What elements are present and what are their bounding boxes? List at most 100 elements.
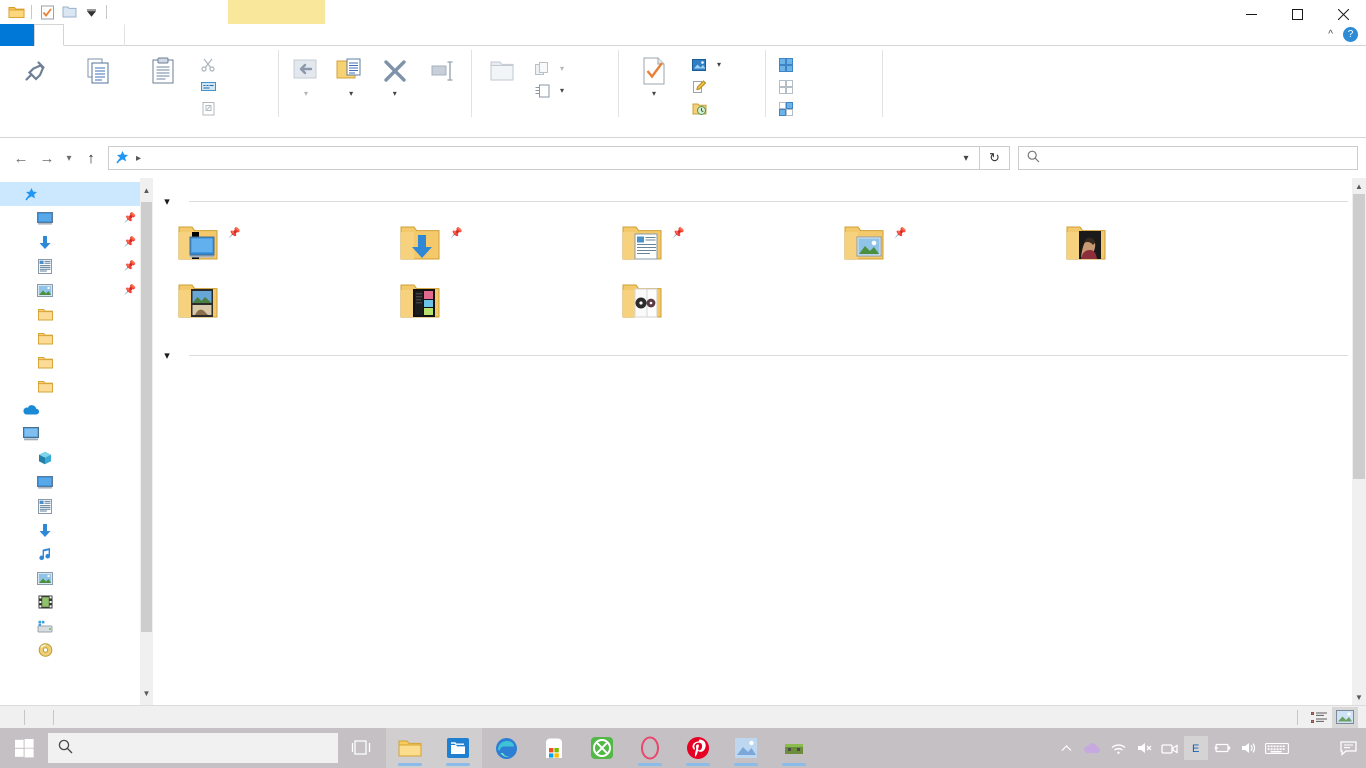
- new-item-chevron-down-icon[interactable]: ▾: [560, 64, 564, 73]
- tab-file[interactable]: [0, 24, 34, 46]
- content-scroll-down-icon[interactable]: ▼: [1352, 689, 1366, 705]
- frequent-folder-item[interactable]: 📌: [605, 220, 827, 278]
- edge-icon[interactable]: [482, 728, 530, 768]
- copy-button[interactable]: [68, 51, 130, 117]
- large-icons-view-icon[interactable]: [1332, 706, 1358, 728]
- frequent-folder-item[interactable]: [161, 278, 383, 336]
- open-chevron-down-icon[interactable]: ▾: [717, 60, 721, 69]
- nav-scroll-thumb[interactable]: [141, 202, 152, 632]
- battery-icon[interactable]: [1210, 728, 1234, 768]
- clock[interactable]: [1312, 728, 1332, 768]
- forward-button[interactable]: →: [34, 145, 60, 171]
- nav-item-documents[interactable]: 📌: [0, 254, 140, 278]
- easy-access-button[interactable]: ▾: [530, 81, 568, 100]
- nav-scroll-down-icon[interactable]: ▼: [140, 685, 153, 701]
- open-button[interactable]: ▾: [687, 55, 725, 74]
- nav-item-cd-drive-d[interactable]: [0, 638, 140, 662]
- copy-path-button[interactable]: [196, 77, 225, 96]
- delete-button[interactable]: ▾: [373, 51, 416, 117]
- ribbon-collapse-icon[interactable]: ^: [1328, 29, 1333, 40]
- taskbar-search-input[interactable]: [48, 733, 338, 763]
- keyboard-icon[interactable]: [1262, 728, 1292, 768]
- nav-item-onedrive-persor[interactable]: [0, 398, 140, 422]
- new-folder-icon[interactable]: [58, 1, 80, 23]
- nav-item-roblox[interactable]: [0, 326, 140, 350]
- nav-item-quick-access[interactable]: [0, 182, 140, 206]
- frequent-folder-item[interactable]: [1049, 220, 1329, 278]
- edit-button[interactable]: [687, 77, 725, 96]
- nav-item-documents[interactable]: [0, 494, 140, 518]
- customize-dropdown-icon[interactable]: [80, 1, 102, 23]
- content-scroll-up-icon[interactable]: ▲: [1352, 178, 1366, 194]
- new-item-button[interactable]: ▾: [530, 59, 568, 78]
- refresh-button[interactable]: ↻: [980, 146, 1010, 170]
- up-button[interactable]: ↑: [78, 145, 104, 171]
- back-button[interactable]: ←: [8, 145, 34, 171]
- nav-item-downloads[interactable]: 📌: [0, 230, 140, 254]
- chevron-down-icon[interactable]: ▾: [161, 195, 173, 208]
- nav-scroll-up-icon[interactable]: ▲: [140, 182, 153, 198]
- search-input[interactable]: [1018, 146, 1358, 170]
- details-view-icon[interactable]: [1306, 707, 1332, 728]
- move-to-button[interactable]: ▾: [283, 51, 326, 117]
- recent-locations-dropdown-icon[interactable]: ▾: [60, 145, 78, 171]
- recent-files-header[interactable]: ▾: [161, 342, 1366, 368]
- nav-item-best-meme-for-p[interactable]: [0, 302, 140, 326]
- nav-item-downloads[interactable]: [0, 518, 140, 542]
- select-all-button[interactable]: [774, 55, 803, 74]
- nav-item-local-disk-c[interactable]: [0, 614, 140, 638]
- tab-home[interactable]: [34, 24, 64, 46]
- contextual-tab-manage[interactable]: [228, 0, 325, 24]
- tab-picture-tools[interactable]: [124, 24, 154, 46]
- pinterest-icon[interactable]: [674, 728, 722, 768]
- invert-selection-button[interactable]: [774, 99, 803, 118]
- address-field[interactable]: ▸ ▾: [108, 146, 980, 170]
- frequent-folder-item[interactable]: 📌: [383, 220, 605, 278]
- copy-to-chevron-down-icon[interactable]: ▾: [349, 88, 353, 100]
- file-explorer-icon[interactable]: [386, 728, 434, 768]
- cut-button[interactable]: [196, 55, 225, 74]
- chevron-up-icon[interactable]: [1054, 728, 1078, 768]
- camera-icon[interactable]: [1158, 728, 1182, 768]
- onedrive-icon[interactable]: [1080, 728, 1104, 768]
- wifi-icon[interactable]: [1106, 728, 1130, 768]
- xbox-icon[interactable]: [578, 728, 626, 768]
- delete-chevron-down-icon[interactable]: ▾: [393, 88, 397, 100]
- action-center-icon[interactable]: [1334, 728, 1362, 768]
- history-button[interactable]: [687, 99, 725, 118]
- frequent-folder-item[interactable]: 📌: [161, 220, 383, 278]
- file-explorer-2-icon[interactable]: [434, 728, 482, 768]
- microsoft-store-icon[interactable]: [530, 728, 578, 768]
- opera-gx-icon[interactable]: [626, 728, 674, 768]
- frequent-folder-item[interactable]: [383, 278, 605, 336]
- easy-access-chevron-down-icon[interactable]: ▾: [560, 86, 564, 95]
- nav-item-pictures[interactable]: 📌: [0, 278, 140, 302]
- nav-item-desktop[interactable]: [0, 470, 140, 494]
- properties-chevron-down-icon[interactable]: ▾: [652, 88, 656, 100]
- chevron-down-icon[interactable]: ▾: [161, 349, 173, 362]
- nav-item-3d-objects[interactable]: [0, 446, 140, 470]
- copy-to-button[interactable]: ▾: [328, 51, 371, 117]
- rename-button[interactable]: [418, 51, 467, 117]
- properties-button[interactable]: ▾: [623, 51, 685, 117]
- photos-icon[interactable]: [722, 728, 770, 768]
- nav-item-desktop[interactable]: 📌: [0, 206, 140, 230]
- frequent-folders-header[interactable]: ▾: [161, 188, 1366, 214]
- pin-to-quick-access-button[interactable]: [4, 51, 66, 117]
- edge-e-icon[interactable]: E: [1184, 736, 1208, 760]
- properties-icon[interactable]: [36, 1, 58, 23]
- nav-item-music[interactable]: [0, 542, 140, 566]
- address-chevron-down-icon[interactable]: ▾: [955, 147, 977, 169]
- speaker-mute-icon[interactable]: [1132, 728, 1156, 768]
- navigation-pane-scrollbar[interactable]: ▲ ▼: [140, 178, 153, 705]
- explorer-icon[interactable]: [5, 1, 27, 23]
- frequent-folder-item[interactable]: [605, 278, 827, 336]
- content-scroll-thumb[interactable]: [1353, 194, 1365, 479]
- help-icon[interactable]: ?: [1343, 27, 1358, 42]
- tab-view[interactable]: [94, 24, 124, 46]
- minecraft-icon[interactable]: [770, 728, 818, 768]
- paste-shortcut-button[interactable]: [196, 99, 225, 118]
- tab-share[interactable]: [64, 24, 94, 46]
- paste-button[interactable]: [132, 51, 194, 117]
- new-folder-button[interactable]: [476, 51, 528, 117]
